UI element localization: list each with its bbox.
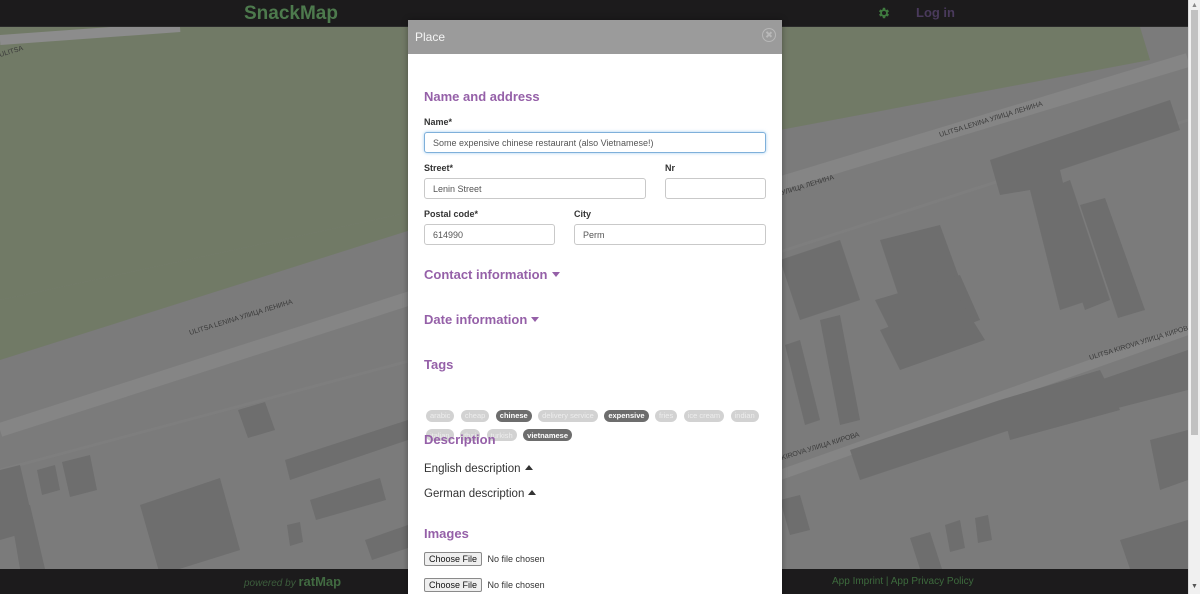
english-description-label: English description bbox=[424, 463, 521, 475]
street-input[interactable] bbox=[424, 178, 646, 199]
section-tags: Tags bbox=[424, 357, 454, 372]
footer-separator: | bbox=[885, 576, 889, 587]
place-modal: Place Name and address Name* Street* Nr … bbox=[408, 20, 782, 594]
close-icon[interactable] bbox=[762, 28, 776, 42]
date-information-toggle[interactable]: Date information bbox=[424, 312, 540, 327]
file-status: No file chosen bbox=[487, 554, 545, 564]
modal-title: Place bbox=[415, 30, 446, 44]
name-input[interactable] bbox=[424, 132, 766, 153]
name-label: Name* bbox=[424, 117, 453, 127]
tag-ice-cream[interactable]: ice cream bbox=[683, 409, 725, 422]
scroll-down-arrow-icon[interactable]: ▼ bbox=[1191, 583, 1198, 590]
english-description-toggle[interactable]: English description bbox=[424, 463, 533, 475]
tag-chinese[interactable]: chinese bbox=[495, 409, 532, 422]
caret-down-icon bbox=[531, 317, 540, 323]
tag-fries[interactable]: fries bbox=[655, 409, 678, 422]
powered-by: powered by ratMap bbox=[244, 574, 341, 589]
german-description-label: German description bbox=[424, 488, 525, 500]
map-label-lenina: ULITSA LENINA УЛИЦА ЛЕНИНА bbox=[939, 101, 1044, 139]
imprint-link[interactable]: App Imprint bbox=[832, 576, 883, 587]
tag-indian[interactable]: indian bbox=[730, 409, 759, 422]
contact-information-toggle[interactable]: Contact information bbox=[424, 267, 560, 282]
scrollbar-thumb[interactable] bbox=[1191, 10, 1198, 435]
brand-logo[interactable]: SnackMap bbox=[244, 3, 338, 25]
section-description: Description bbox=[424, 432, 496, 447]
privacy-policy-link[interactable]: App Privacy Policy bbox=[891, 576, 974, 587]
caret-down-icon bbox=[551, 272, 560, 278]
german-description-toggle[interactable]: German description bbox=[424, 488, 537, 500]
tag-cheap[interactable]: cheap bbox=[460, 409, 490, 422]
postal-code-input[interactable] bbox=[424, 224, 555, 245]
nr-label: Nr bbox=[665, 163, 676, 173]
map-label-lenina-2: ULITSA LENINA УЛИЦА ЛЕНИНА bbox=[189, 299, 294, 337]
page-scrollbar[interactable]: ▲ ▼ bbox=[1188, 0, 1200, 594]
tag-expensive[interactable]: expensive bbox=[604, 409, 649, 422]
nr-input[interactable] bbox=[665, 178, 766, 199]
postal-code-label: Postal code* bbox=[424, 209, 479, 219]
caret-up-icon bbox=[524, 465, 533, 471]
ratmap-link[interactable]: ratMap bbox=[298, 574, 341, 589]
section-images: Images bbox=[424, 526, 469, 541]
section-name-address: Name and address bbox=[424, 89, 540, 104]
scroll-up-arrow-icon[interactable]: ▲ bbox=[1191, 2, 1198, 9]
footer-links: App Imprint | App Privacy Policy bbox=[832, 576, 974, 587]
contact-information-label: Contact information bbox=[424, 267, 548, 282]
street-label: Street* bbox=[424, 163, 454, 173]
choose-file-button[interactable]: Choose File bbox=[424, 552, 483, 566]
choose-file-button[interactable]: Choose File bbox=[424, 578, 483, 592]
tag-vietnamese[interactable]: vietnamese bbox=[523, 429, 573, 441]
image-upload-1: Choose File No file chosen bbox=[424, 552, 545, 566]
login-link[interactable]: Log in bbox=[916, 5, 955, 20]
tag-delivery-service[interactable]: delivery service bbox=[538, 409, 598, 422]
modal-header: Place bbox=[408, 20, 782, 54]
tag-arabic[interactable]: arabic bbox=[426, 409, 455, 422]
gear-icon[interactable] bbox=[877, 6, 891, 20]
image-upload-2: Choose File No file chosen bbox=[424, 578, 545, 592]
file-status: No file chosen bbox=[487, 580, 545, 590]
powered-by-prefix: powered by bbox=[244, 578, 296, 589]
date-information-label: Date information bbox=[424, 312, 528, 327]
city-input[interactable] bbox=[574, 224, 766, 245]
city-label: City bbox=[574, 209, 592, 219]
caret-up-icon bbox=[528, 490, 537, 496]
